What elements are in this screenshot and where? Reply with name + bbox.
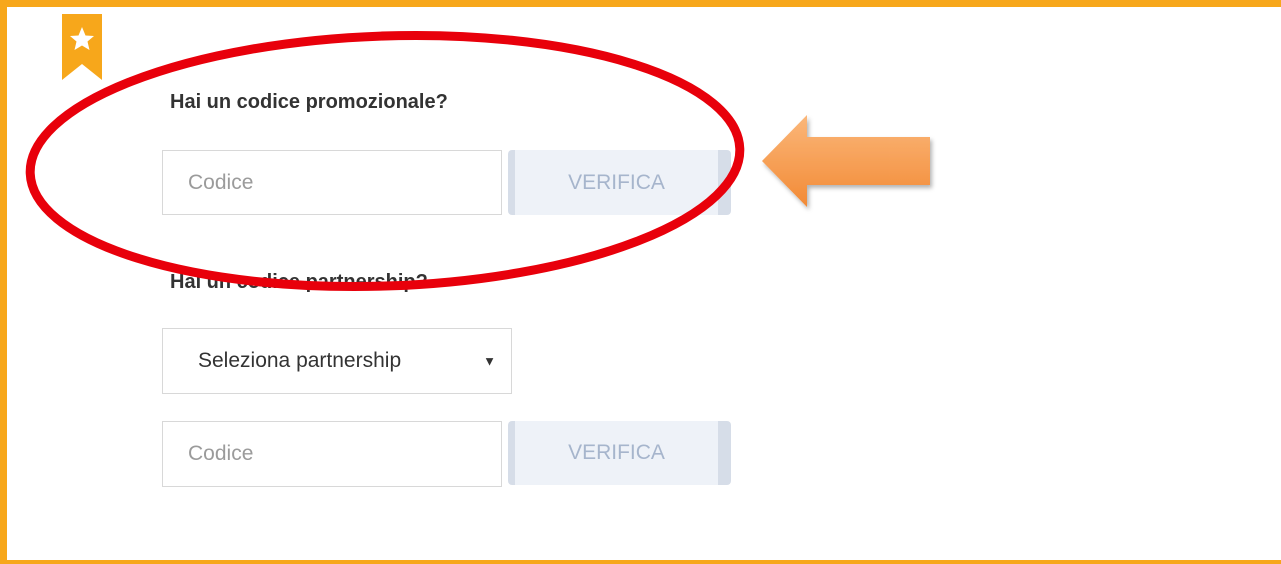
partnership-verify-label: VERIFICA (568, 441, 665, 464)
promo-verify-label: VERIFICA (568, 170, 665, 194)
partnership-code-input[interactable] (162, 421, 502, 487)
star-bookmark-icon (62, 14, 102, 80)
promo-code-heading: Hai un codice promozionale? (170, 91, 448, 113)
partnership-code-heading: Hai un codice partnership? (170, 271, 428, 293)
promo-panel: Hai un codice promozionale? VERIFICA Hai… (0, 0, 1281, 564)
promo-verify-button[interactable]: VERIFICA (508, 150, 731, 215)
partnership-select[interactable]: Seleziona partnership ▼ (162, 328, 512, 394)
caret-down-icon: ▼ (483, 353, 496, 369)
partnership-verify-button[interactable]: VERIFICA (508, 421, 731, 485)
partnership-select-value: Seleziona partnership (198, 349, 402, 372)
promo-code-input[interactable] (162, 150, 502, 215)
